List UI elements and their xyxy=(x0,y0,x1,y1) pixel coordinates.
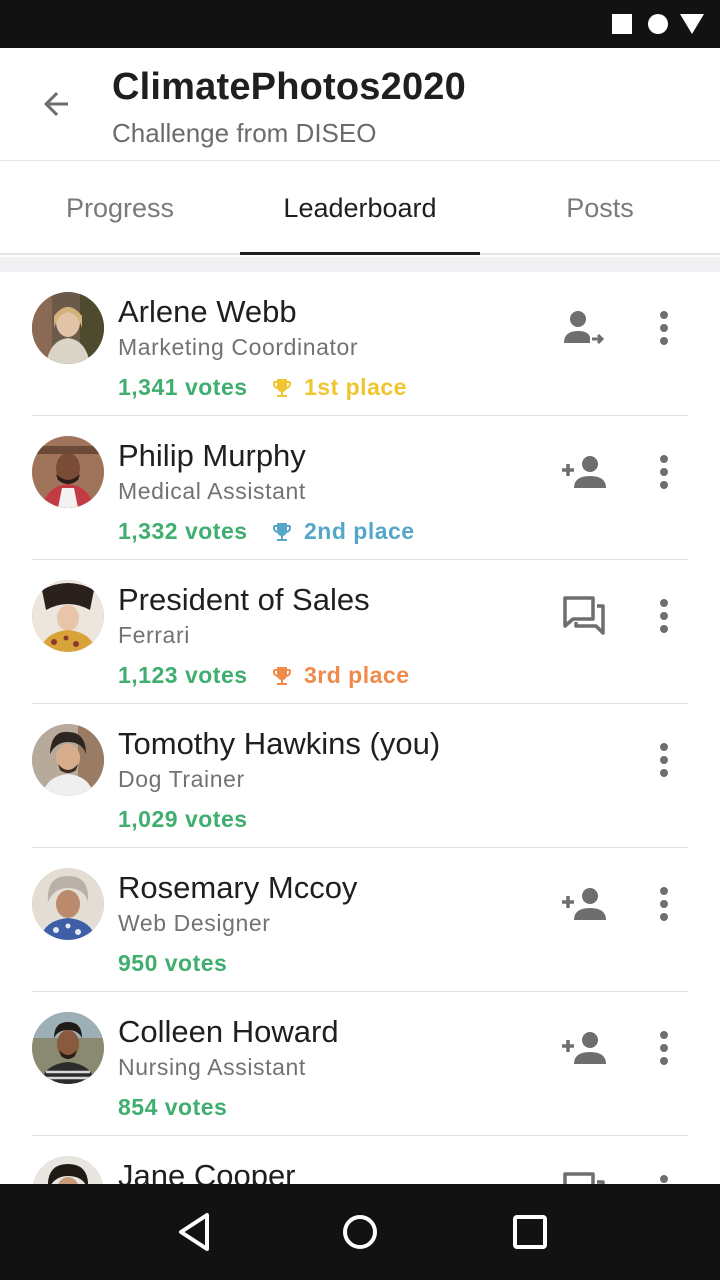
vote-count: 1,341 votes xyxy=(118,374,248,400)
circle-status-icon xyxy=(648,14,668,34)
more-vert-icon xyxy=(660,599,668,633)
trophy-icon xyxy=(273,378,291,397)
tab-progress[interactable]: Progress xyxy=(0,161,240,255)
user-name: Arlene Webb xyxy=(118,294,297,329)
nav-home-button[interactable] xyxy=(330,1208,390,1256)
person-transfer-icon xyxy=(564,311,605,345)
avatar xyxy=(32,580,104,652)
user-role: Nursing Assistant xyxy=(118,1054,306,1080)
avatar xyxy=(32,1012,104,1084)
more-vert-icon xyxy=(660,311,668,345)
app-bar: ClimatePhotos2020 Challenge from DISEO xyxy=(0,48,720,161)
navigation-bar xyxy=(0,1184,720,1280)
vote-count: 950 votes xyxy=(118,950,228,976)
stop-status-icon xyxy=(612,14,632,34)
place-badge: 1st place xyxy=(270,374,407,401)
more-options-button[interactable] xyxy=(646,594,682,638)
more-options-button[interactable] xyxy=(646,738,682,782)
divider xyxy=(0,257,720,272)
place-badge: 2nd place xyxy=(270,518,415,545)
list-item[interactable]: Philip Murphy Medical Assistant 1,332 vo… xyxy=(0,416,720,560)
list-item[interactable]: Jane Cooper xyxy=(0,1136,720,1184)
more-options-button[interactable] xyxy=(646,306,682,350)
avatar xyxy=(32,868,104,940)
trophy-icon xyxy=(273,666,291,685)
tab-posts[interactable]: Posts xyxy=(480,161,720,255)
more-vert-icon xyxy=(660,1175,668,1183)
place-badge: 3rd place xyxy=(270,662,410,689)
tab-bar: Progress Leaderboard Posts xyxy=(0,161,720,255)
avatar xyxy=(32,724,104,796)
arrow-back-icon xyxy=(44,92,68,116)
message-button[interactable] xyxy=(558,594,610,638)
more-options-button[interactable] xyxy=(646,450,682,494)
more-options-button[interactable] xyxy=(646,1026,682,1070)
place-label: 1st place xyxy=(304,374,407,400)
status-bar xyxy=(0,0,720,48)
avatar xyxy=(32,292,104,364)
list-item[interactable]: President of Sales Ferrari 1,123 votes 3… xyxy=(0,560,720,704)
person-add-icon xyxy=(562,1032,606,1064)
page-subtitle: Challenge from DISEO xyxy=(112,118,377,148)
user-role: Marketing Coordinator xyxy=(118,334,359,360)
tab-leaderboard[interactable]: Leaderboard xyxy=(240,161,480,255)
list-item[interactable]: Tomothy Hawkins (you) Dog Trainer 1,029 … xyxy=(0,704,720,848)
more-vert-icon xyxy=(660,887,668,921)
user-name: Colleen Howard xyxy=(118,1014,339,1049)
active-tab-indicator xyxy=(240,252,480,255)
add-friend-button[interactable] xyxy=(558,1026,610,1070)
chat-icon xyxy=(563,1172,605,1184)
home-circle-icon xyxy=(343,1215,377,1249)
trophy-icon xyxy=(273,522,291,541)
vote-count: 854 votes xyxy=(118,1094,228,1120)
signal-status-icon xyxy=(680,14,704,34)
list-item[interactable]: Colleen Howard Nursing Assistant 854 vot… xyxy=(0,992,720,1136)
user-name: Rosemary Mccoy xyxy=(118,870,358,905)
leaderboard-list: Arlene Webb Marketing Coordinator 1,341 … xyxy=(0,272,720,1184)
add-friend-button[interactable] xyxy=(558,450,610,494)
recents-square-icon xyxy=(513,1215,547,1249)
list-item[interactable]: Rosemary Mccoy Web Designer 950 votes xyxy=(0,848,720,992)
user-name: Philip Murphy xyxy=(118,438,306,473)
more-vert-icon xyxy=(660,743,668,777)
person-add-icon xyxy=(562,456,606,488)
person-add-icon xyxy=(562,888,606,920)
user-name: Jane Cooper xyxy=(118,1158,296,1184)
nav-back-button[interactable] xyxy=(164,1208,224,1256)
user-role: Web Designer xyxy=(118,910,271,936)
page-title: ClimatePhotos2020 xyxy=(112,66,466,108)
more-vert-icon xyxy=(660,455,668,489)
place-label: 2nd place xyxy=(304,518,415,544)
chat-icon xyxy=(563,596,605,635)
vote-count: 1,029 votes xyxy=(118,806,248,832)
transfer-button[interactable] xyxy=(558,306,610,350)
message-button[interactable] xyxy=(558,1170,610,1184)
user-role: Medical Assistant xyxy=(118,478,306,504)
back-triangle-icon xyxy=(179,1213,209,1251)
vote-count: 1,123 votes xyxy=(118,662,248,688)
vote-count: 1,332 votes xyxy=(118,518,248,544)
more-vert-icon xyxy=(660,1031,668,1065)
nav-recents-button[interactable] xyxy=(500,1208,560,1256)
place-label: 3rd place xyxy=(304,662,410,688)
back-button[interactable] xyxy=(28,80,84,128)
list-item[interactable]: Arlene Webb Marketing Coordinator 1,341 … xyxy=(0,272,720,416)
avatar xyxy=(32,1156,104,1184)
user-role: Dog Trainer xyxy=(118,766,245,792)
user-role: Ferrari xyxy=(118,622,190,648)
more-options-button[interactable] xyxy=(646,1170,682,1184)
add-friend-button[interactable] xyxy=(558,882,610,926)
avatar xyxy=(32,436,104,508)
user-name: Tomothy Hawkins (you) xyxy=(118,726,441,761)
more-options-button[interactable] xyxy=(646,882,682,926)
user-name: President of Sales xyxy=(118,582,370,617)
